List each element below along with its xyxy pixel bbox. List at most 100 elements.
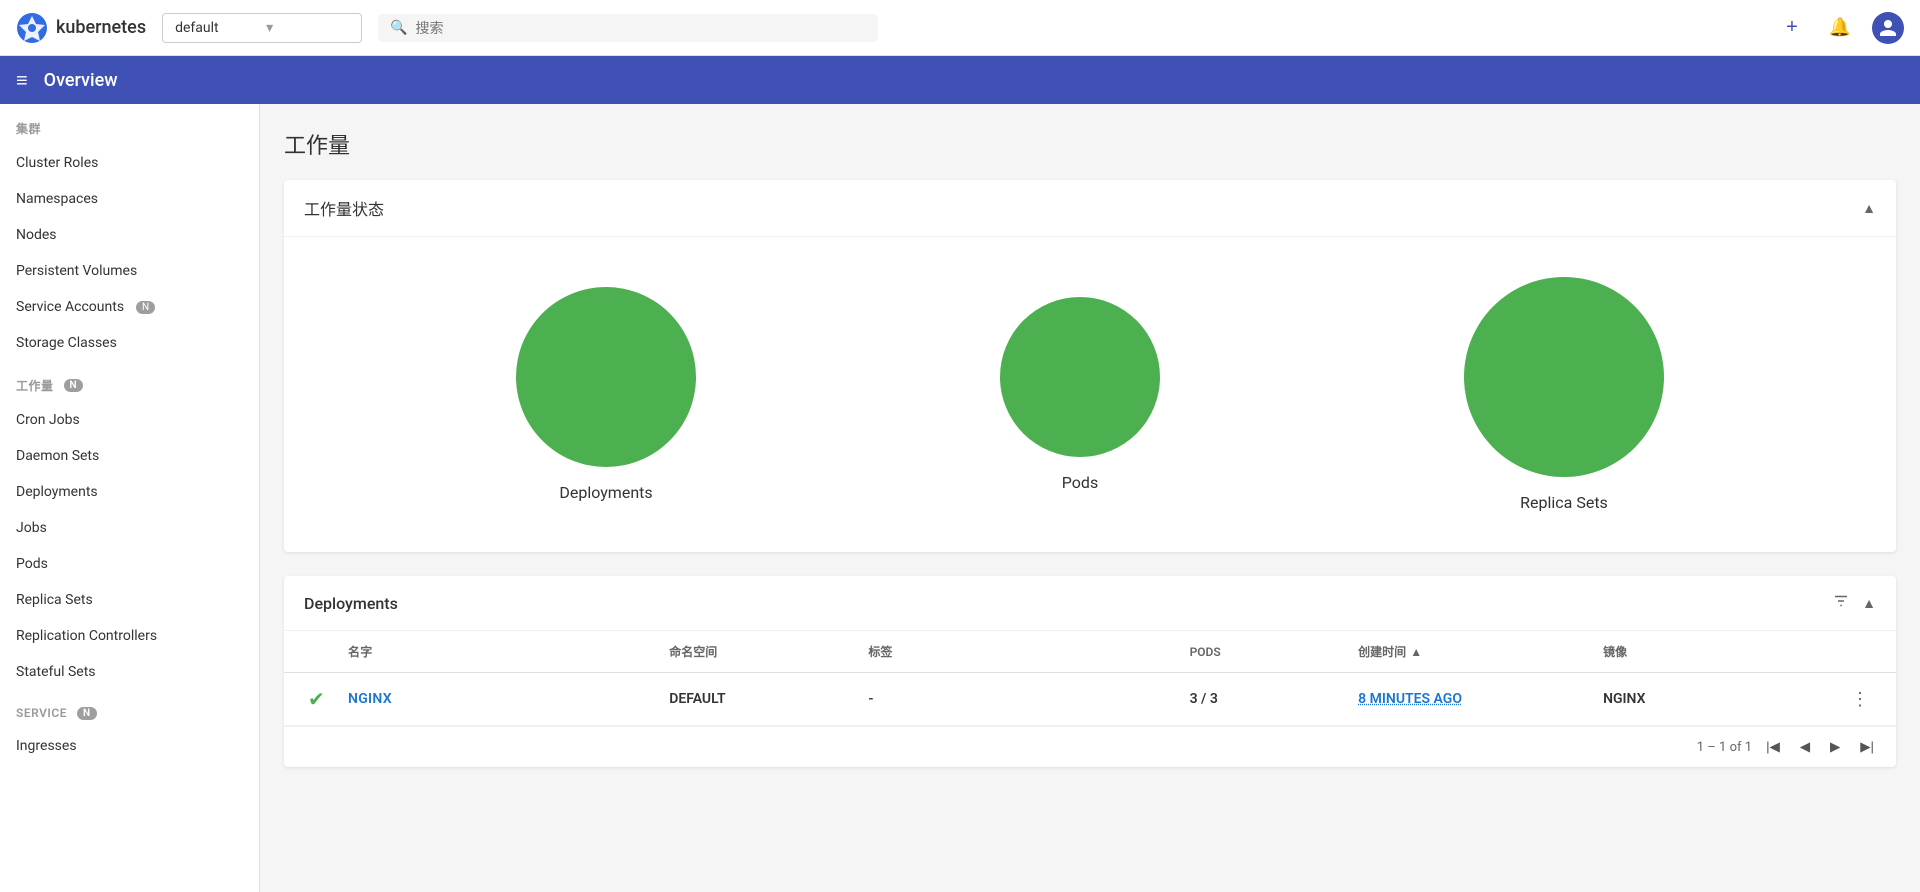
search-bar: 🔍 <box>378 14 878 42</box>
logo[interactable]: kubernetes <box>16 12 146 44</box>
search-input[interactable] <box>416 20 867 36</box>
topbar-actions: + 🔔 <box>1776 12 1904 44</box>
sidebar-item-replication-controllers[interactable]: Replication Controllers <box>0 618 259 654</box>
topbar: kubernetes default ▾ 🔍 + 🔔 <box>0 0 1920 56</box>
status-item-deployments: Deployments <box>516 287 696 502</box>
chevron-down-icon: ▾ <box>266 20 349 36</box>
sidebar-item-stateful-sets[interactable]: Stateful Sets <box>0 654 259 690</box>
row-image: nginx <box>1595 677 1840 721</box>
user-icon <box>1878 18 1898 38</box>
row-created[interactable]: 8 minutes ago <box>1350 677 1595 721</box>
col-pods-header: Pods <box>1182 633 1351 671</box>
pagination-label: 1 – 1 of 1 <box>1697 740 1752 755</box>
sidebar-label: Replication Controllers <box>16 628 157 644</box>
sidebar-item-replica-sets[interactable]: Replica Sets <box>0 582 259 618</box>
sidebar-item-jobs[interactable]: Jobs <box>0 510 259 546</box>
sidebar-label: Stateful Sets <box>16 664 96 680</box>
deployments-header: Deployments ▲ <box>284 576 1896 631</box>
sort-asc-icon: ▲ <box>1410 645 1422 659</box>
workload-status-title: 工作量状态 <box>304 196 384 220</box>
sidebar-item-daemon-sets[interactable]: Daemon Sets <box>0 438 259 474</box>
cluster-section-label: 集群 <box>0 104 259 145</box>
sidebar-item-persistent-volumes[interactable]: Persistent Volumes <box>0 253 259 289</box>
deployments-circle <box>516 287 696 467</box>
col-img-header: 镜像 <box>1595 631 1840 672</box>
deployments-label: Deployments <box>559 483 652 502</box>
sidebar-label: Daemon Sets <box>16 448 99 464</box>
pods-circle <box>1000 297 1160 457</box>
sidebar-label: Cron Jobs <box>16 412 80 428</box>
notification-button[interactable]: 🔔 <box>1824 12 1856 44</box>
deployments-card: Deployments ▲ 名字 命名空间 标签 Pods <box>284 576 1896 767</box>
workload-status-card: 工作量状态 ▲ Deployments Pods Replica Sets <box>284 180 1896 552</box>
pods-label: Pods <box>1062 473 1098 492</box>
logo-text: kubernetes <box>56 17 146 38</box>
col-tags-header: 标签 <box>860 631 1181 672</box>
row-actions[interactable]: ⋮ <box>1840 675 1880 724</box>
next-page-button[interactable]: ▶ <box>1824 735 1846 759</box>
sidebar-label: Cluster Roles <box>16 155 98 171</box>
col-time-header[interactable]: 创建时间 ▲ <box>1350 631 1595 672</box>
sidebar-label: Nodes <box>16 227 57 243</box>
more-icon[interactable]: ⋮ <box>1851 689 1869 710</box>
sidebar-item-ingresses[interactable]: Ingresses <box>0 728 259 764</box>
sidebar-label: Pods <box>16 556 48 572</box>
replica-sets-label: Replica Sets <box>1520 493 1608 512</box>
status-item-pods: Pods <box>1000 297 1160 492</box>
last-page-button[interactable]: ▶| <box>1854 735 1880 759</box>
sidebar-label: Ingresses <box>16 738 77 754</box>
namespace-selector[interactable]: default ▾ <box>162 13 362 43</box>
collapse-deployments-icon[interactable]: ▲ <box>1862 595 1876 612</box>
service-section-label: Service N <box>0 690 259 728</box>
workload-badge: N <box>64 379 84 392</box>
sidebar-label: Persistent Volumes <box>16 263 137 279</box>
sidebar-item-storage-classes[interactable]: Storage Classes <box>0 325 259 361</box>
row-pods: 3 / 3 <box>1182 677 1351 721</box>
col-ns-header: 命名空间 <box>661 631 860 672</box>
avatar[interactable] <box>1872 12 1904 44</box>
first-page-button[interactable]: |◀ <box>1760 735 1786 759</box>
status-ok-icon: ✔ <box>308 687 325 711</box>
kubernetes-icon <box>16 12 48 44</box>
collapse-icon[interactable]: ▲ <box>1862 200 1876 217</box>
page-title: 工作量 <box>284 128 1896 160</box>
sidebar-label: Deployments <box>16 484 98 500</box>
table-header: 名字 命名空间 标签 Pods 创建时间 ▲ 镜像 <box>284 631 1896 673</box>
pagination: 1 – 1 of 1 |◀ ◀ ▶ ▶| <box>284 726 1896 767</box>
sidebar-item-cron-jobs[interactable]: Cron Jobs <box>0 402 259 438</box>
sidebar-item-pods[interactable]: Pods <box>0 546 259 582</box>
sidebar-item-service-accounts[interactable]: Service Accounts N <box>0 289 259 325</box>
sidebar-item-cluster-roles[interactable]: Cluster Roles <box>0 145 259 181</box>
deployments-title: Deployments <box>304 594 398 613</box>
filter-icon[interactable] <box>1832 592 1850 614</box>
add-button[interactable]: + <box>1776 12 1808 44</box>
sidebar-label: Jobs <box>16 520 47 536</box>
main-content: 工作量 工作量状态 ▲ Deployments Pods Replica Set… <box>260 104 1920 815</box>
sidebar-label: Storage Classes <box>16 335 117 351</box>
sidebar: 集群 Cluster Roles Namespaces Nodes Persis… <box>0 104 260 892</box>
service-accounts-badge: N <box>136 301 155 314</box>
search-icon: 🔍 <box>390 20 407 36</box>
namespace-value: default <box>175 20 258 36</box>
sidebar-item-namespaces[interactable]: Namespaces <box>0 181 259 217</box>
status-grid: Deployments Pods Replica Sets <box>284 237 1896 552</box>
row-tags: - <box>860 677 1181 721</box>
sidebar-label: Namespaces <box>16 191 98 207</box>
row-name[interactable]: nginx <box>340 677 661 721</box>
prev-page-button[interactable]: ◀ <box>1794 735 1816 759</box>
service-badge: N <box>77 707 97 720</box>
workload-section-label: 工作量 N <box>0 361 259 402</box>
col-name-header[interactable]: 名字 <box>340 631 661 672</box>
row-status: ✔ <box>300 673 340 725</box>
workload-status-header: 工作量状态 ▲ <box>284 180 1896 237</box>
sidebar-item-deployments[interactable]: Deployments <box>0 474 259 510</box>
replica-sets-circle <box>1464 277 1664 477</box>
sidebar-label: Service Accounts <box>16 299 124 315</box>
row-namespace: default <box>661 677 860 721</box>
subheader-title: Overview <box>44 70 118 91</box>
menu-icon[interactable]: ≡ <box>16 68 28 93</box>
subheader: ≡ Overview <box>0 56 1920 104</box>
sidebar-item-nodes[interactable]: Nodes <box>0 217 259 253</box>
status-item-replica-sets: Replica Sets <box>1464 277 1664 512</box>
table-row: ✔ nginx default - 3 / 3 8 minutes ago ng… <box>284 673 1896 726</box>
